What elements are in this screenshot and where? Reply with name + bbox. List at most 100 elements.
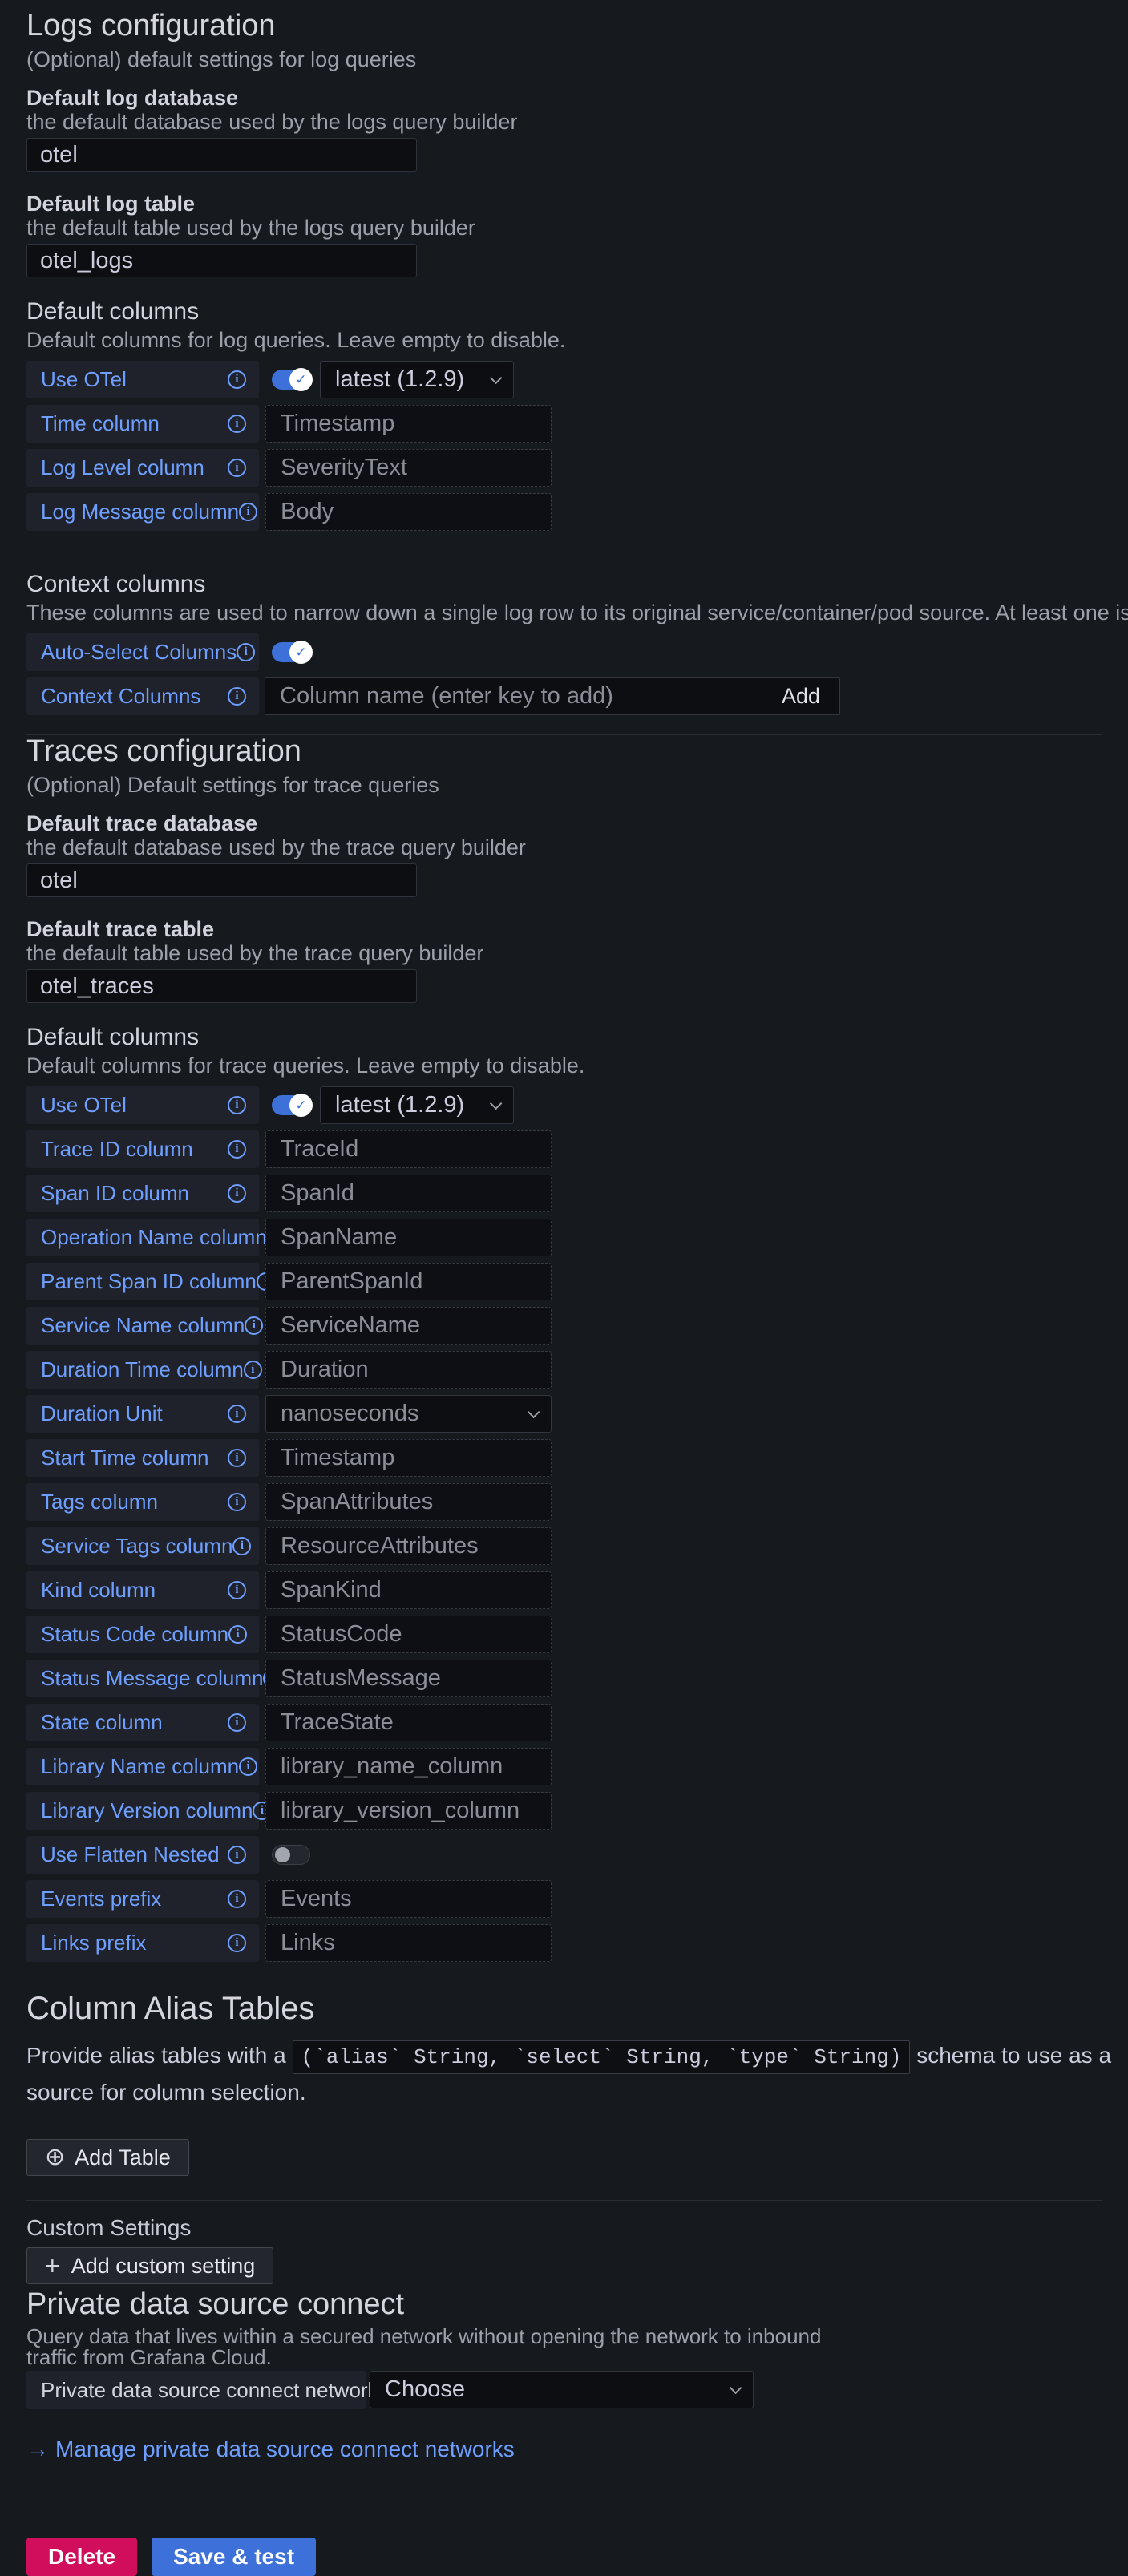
- add-custom-setting-label: Add custom setting: [71, 2254, 256, 2279]
- row-input-status-message-column[interactable]: [265, 1660, 552, 1697]
- use-otel-toggle[interactable]: [272, 370, 310, 390]
- info-icon[interactable]: [228, 1625, 247, 1644]
- row-input-service-tags-column[interactable]: [265, 1527, 552, 1565]
- logs-section-subtitle: (Optional) default settings for log quer…: [26, 48, 1128, 71]
- arrow-right-icon: [26, 2438, 49, 2461]
- row-label-text: Links prefix: [41, 1931, 147, 1955]
- info-icon[interactable]: [228, 459, 246, 477]
- otel-version-select[interactable]: latest (1.2.9): [320, 1086, 514, 1124]
- row-input-events-prefix[interactable]: [265, 1880, 552, 1918]
- row-toggle-use-flatten-nested[interactable]: [272, 1845, 310, 1865]
- toggle-knob-check-icon: [289, 641, 313, 664]
- add-table-button[interactable]: Add Table: [26, 2139, 189, 2176]
- chevron-down-icon: [490, 1098, 503, 1110]
- info-icon[interactable]: [245, 1316, 263, 1335]
- row-input-log-message-column[interactable]: [265, 493, 552, 531]
- row-label-text: Use OTel: [41, 1093, 127, 1118]
- default-trace-table-input[interactable]: [26, 969, 417, 1003]
- circle-plus-icon: [45, 2145, 65, 2170]
- logs-default-columns-rows: Use OTellatest (1.2.9)Time columnLog Lev…: [26, 361, 1128, 531]
- info-icon[interactable]: [228, 1890, 246, 1908]
- row-label-text: Log Message column: [41, 499, 239, 524]
- column-row-operation-name-column: Operation Name column: [26, 1219, 1128, 1256]
- row-input-library-version-column[interactable]: [265, 1792, 552, 1830]
- column-row-service-tags-column: Service Tags column: [26, 1527, 1128, 1565]
- info-icon[interactable]: [232, 1537, 251, 1555]
- info-icon[interactable]: [228, 415, 246, 433]
- row-label-context-columns: Context Columns: [26, 677, 259, 715]
- context-columns-desc: These columns are used to narrow down a …: [26, 601, 1128, 624]
- row-input-status-code-column[interactable]: [265, 1616, 552, 1653]
- row-input-parent-span-id-column[interactable]: [265, 1263, 552, 1300]
- row-label-text: Tags column: [41, 1490, 158, 1514]
- row-label-operation-name-column: Operation Name column: [26, 1219, 259, 1256]
- row-input-service-name-column[interactable]: [265, 1307, 552, 1345]
- info-icon[interactable]: [228, 1713, 246, 1732]
- row-input-trace-id-column[interactable]: [265, 1130, 552, 1168]
- row-label-text: Trace ID column: [41, 1137, 193, 1162]
- row-label-library-version-column: Library Version column: [26, 1792, 259, 1830]
- row-input-time-column[interactable]: [265, 405, 552, 443]
- row-label-status-code-column: Status Code column: [26, 1616, 259, 1653]
- default-log-database-input[interactable]: [26, 138, 417, 172]
- logs-default-columns-heading: Default columns: [26, 298, 1128, 326]
- info-icon[interactable]: [228, 1934, 246, 1952]
- auto-select-columns-toggle[interactable]: [272, 642, 310, 662]
- alias-desc-prefix: Provide alias tables with a: [26, 2043, 293, 2068]
- info-icon[interactable]: [228, 1096, 246, 1114]
- row-label-log-message-column: Log Message column: [26, 493, 259, 531]
- delete-button[interactable]: Delete: [26, 2538, 137, 2576]
- row-label-text: Start Time column: [41, 1446, 209, 1470]
- row-input-start-time-column[interactable]: [265, 1439, 552, 1477]
- row-label-log-level-column: Log Level column: [26, 449, 259, 487]
- column-row-use-flatten-nested: Use Flatten Nested: [26, 1836, 1128, 1874]
- datasource-config-page: Logs configuration (Optional) default se…: [0, 0, 1128, 2576]
- context-columns-tag-input: Add: [265, 677, 840, 715]
- info-icon[interactable]: [228, 1846, 246, 1864]
- context-columns-input[interactable]: [265, 678, 782, 714]
- manage-pdc-networks-link[interactable]: Manage private data source connect netwo…: [26, 2438, 1128, 2461]
- column-row-duration-unit: Duration Unitnanoseconds: [26, 1395, 1128, 1433]
- row-input-kind-column[interactable]: [265, 1571, 552, 1609]
- add-custom-setting-button[interactable]: Add custom setting: [26, 2247, 273, 2284]
- otel-version-value: latest (1.2.9): [335, 1092, 464, 1118]
- row-label-use-otel: Use OTel: [26, 361, 259, 398]
- pdc-network-select[interactable]: Choose: [370, 2371, 754, 2408]
- info-icon[interactable]: [228, 1581, 246, 1599]
- default-log-table-input[interactable]: [26, 244, 417, 277]
- row-input-state-column[interactable]: [265, 1704, 552, 1741]
- row-label-text: Service Tags column: [41, 1534, 232, 1559]
- pdc-desc: Query data that lives within a secured n…: [26, 2326, 836, 2368]
- chevron-down-icon: [528, 1406, 540, 1419]
- add-context-column-button[interactable]: Add: [782, 684, 820, 709]
- use-otel-toggle[interactable]: [272, 1095, 310, 1115]
- row-input-operation-name-column[interactable]: [265, 1219, 552, 1256]
- row-input-tags-column[interactable]: [265, 1483, 552, 1521]
- row-input-log-level-column[interactable]: [265, 449, 552, 487]
- info-icon[interactable]: [228, 1140, 246, 1159]
- info-icon[interactable]: [228, 687, 246, 706]
- private-data-source-connect-section: Private data source connect Query data t…: [26, 2287, 1128, 2461]
- info-icon[interactable]: [237, 643, 255, 661]
- manage-pdc-link-label: Manage private data source connect netwo…: [55, 2438, 515, 2461]
- row-input-library-name-column[interactable]: [265, 1748, 552, 1785]
- info-icon[interactable]: [228, 1493, 246, 1511]
- row-select-value: nanoseconds: [281, 1401, 419, 1427]
- footer-actions: Delete Save & test: [26, 2538, 1128, 2576]
- info-icon[interactable]: [244, 1361, 262, 1379]
- row-input-duration-time-column[interactable]: [265, 1351, 552, 1389]
- row-select-duration-unit[interactable]: nanoseconds: [265, 1395, 552, 1433]
- default-trace-database-input[interactable]: [26, 863, 417, 897]
- pdc-title: Private data source connect: [26, 2287, 1128, 2321]
- info-icon[interactable]: [228, 1405, 246, 1423]
- info-icon[interactable]: [228, 370, 246, 389]
- info-icon[interactable]: [228, 1449, 246, 1467]
- row-input-links-prefix[interactable]: [265, 1924, 552, 1962]
- row-label-text: Service Name column: [41, 1313, 245, 1338]
- row-input-span-id-column[interactable]: [265, 1175, 552, 1212]
- info-icon[interactable]: [228, 1184, 246, 1203]
- otel-version-select[interactable]: latest (1.2.9): [320, 361, 514, 398]
- save-and-test-button[interactable]: Save & test: [152, 2538, 316, 2576]
- info-icon[interactable]: [239, 1757, 257, 1776]
- info-icon[interactable]: [239, 503, 257, 521]
